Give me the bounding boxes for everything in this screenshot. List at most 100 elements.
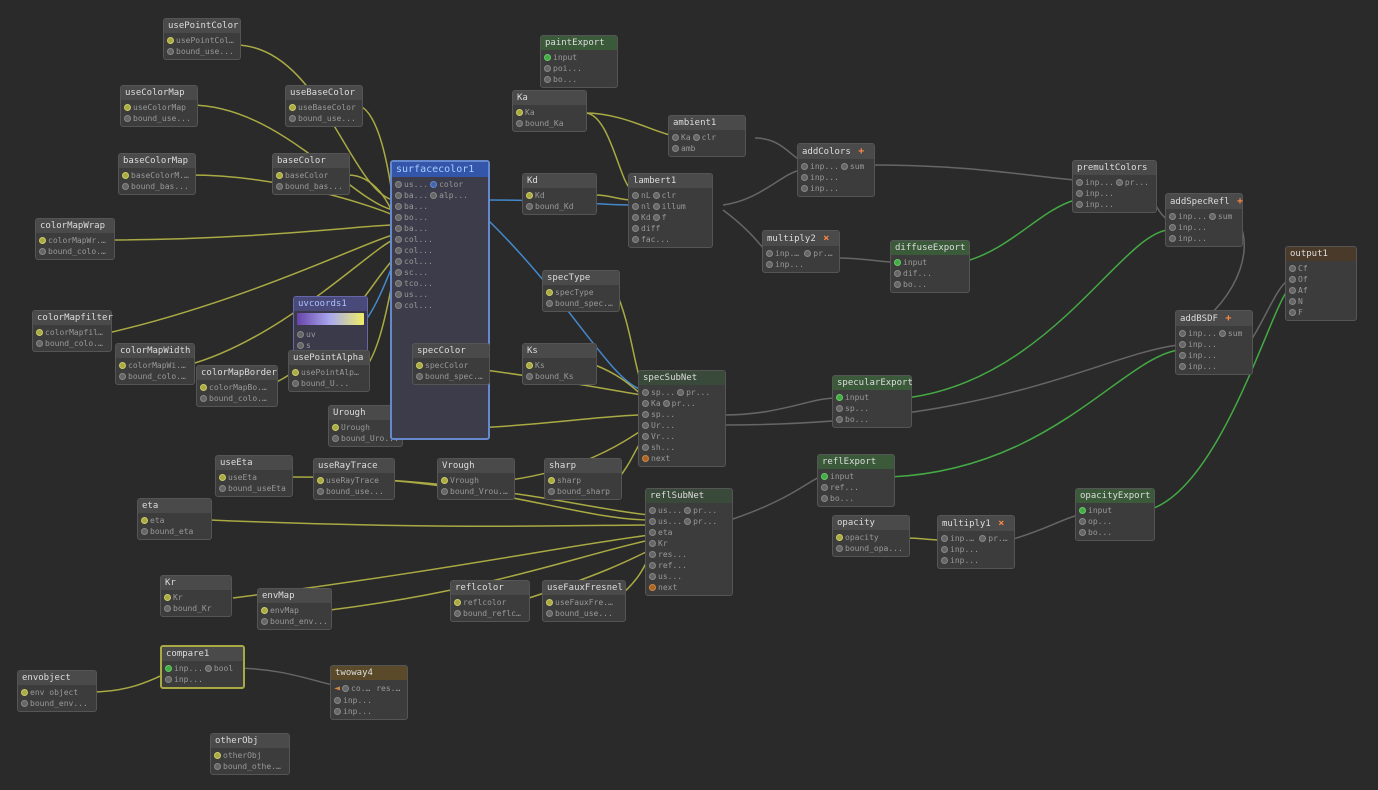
node-usePointAlpha[interactable]: usePointAlpha usePointAlpha bound_U...: [288, 350, 370, 392]
port[interactable]: [526, 362, 533, 369]
port[interactable]: [164, 594, 171, 601]
port[interactable]: [395, 247, 402, 254]
port[interactable]: [836, 534, 843, 541]
node-compare1[interactable]: compare1 inp...bool inp...: [160, 645, 245, 689]
port[interactable]: [894, 259, 901, 266]
port[interactable]: [649, 518, 656, 525]
port[interactable]: [395, 203, 402, 210]
port[interactable]: [526, 192, 533, 199]
port[interactable]: [317, 488, 324, 495]
port[interactable]: [632, 203, 639, 210]
port[interactable]: [39, 248, 46, 255]
port[interactable]: [124, 115, 131, 122]
port[interactable]: [804, 250, 811, 257]
node-Kr[interactable]: Kr Kr bound_Kr: [160, 575, 232, 617]
port[interactable]: [801, 185, 808, 192]
node-reflSubNet[interactable]: reflSubNet us...pr... us...pr... eta Kr …: [645, 488, 733, 596]
node-baseColor[interactable]: baseColor baseColor bound_bas...: [272, 153, 350, 195]
port[interactable]: [292, 369, 299, 376]
port[interactable]: [1179, 330, 1186, 337]
node-otherObj[interactable]: otherObj otherObj bound_othe...: [210, 733, 290, 775]
port[interactable]: [289, 115, 296, 122]
node-colorMapWrap[interactable]: colorMapWrap colorMapWr... bound_colo...: [35, 218, 115, 260]
port[interactable]: [21, 689, 28, 696]
port[interactable]: [1169, 224, 1176, 231]
port[interactable]: [766, 261, 773, 268]
port[interactable]: [821, 484, 828, 491]
port[interactable]: [894, 281, 901, 288]
port[interactable]: [941, 557, 948, 564]
node-Ka[interactable]: Ka Ka bound_Ka: [512, 90, 587, 132]
port[interactable]: [292, 380, 299, 387]
node-specularExport[interactable]: specularExport input sp... bo...: [832, 375, 912, 428]
node-Kd[interactable]: Kd Kd bound_Kd: [522, 173, 597, 215]
port[interactable]: [672, 134, 679, 141]
port[interactable]: [821, 473, 828, 480]
port[interactable]: [395, 258, 402, 265]
port[interactable]: [544, 76, 551, 83]
node-eta[interactable]: eta eta bound_eta: [137, 498, 212, 540]
node-surfacecolor1[interactable]: surfacecolor1 us...color ba...alp... ba.…: [390, 160, 490, 440]
port[interactable]: [200, 395, 207, 402]
port[interactable]: [1289, 287, 1296, 294]
node-specColor[interactable]: specColor specColor bound_spec...: [412, 343, 490, 385]
node-envobject[interactable]: envobject env object bound_env...: [17, 670, 97, 712]
port[interactable]: [642, 433, 649, 440]
port[interactable]: [276, 172, 283, 179]
port[interactable]: [119, 373, 126, 380]
node-opacityExport[interactable]: opacityExport input op... bo...: [1075, 488, 1155, 541]
port[interactable]: [165, 676, 172, 683]
port[interactable]: [332, 424, 339, 431]
port[interactable]: [441, 488, 448, 495]
port[interactable]: [1179, 341, 1186, 348]
port[interactable]: [395, 269, 402, 276]
port[interactable]: [1219, 330, 1226, 337]
node-lambert1[interactable]: lambert1 nLclr nlillum Kdf diff fac...: [628, 173, 713, 248]
port[interactable]: [395, 192, 402, 199]
node-addBSDF[interactable]: addBSDF + inp...sum inp... inp... inp...: [1175, 310, 1253, 375]
node-ambient1[interactable]: ambient1 Kaclr amb: [668, 115, 746, 157]
port[interactable]: [395, 302, 402, 309]
port[interactable]: [122, 172, 129, 179]
port[interactable]: [297, 342, 304, 349]
port[interactable]: [684, 507, 691, 514]
port[interactable]: [544, 65, 551, 72]
port[interactable]: [1079, 529, 1086, 536]
port[interactable]: [642, 444, 649, 451]
port[interactable]: [632, 214, 639, 221]
port[interactable]: [642, 389, 649, 396]
port[interactable]: [1076, 179, 1083, 186]
port[interactable]: [39, 237, 46, 244]
node-useColorMap[interactable]: useColorMap useColorMap bound_use...: [120, 85, 198, 127]
port[interactable]: [642, 455, 649, 462]
port[interactable]: [649, 507, 656, 514]
node-addColors[interactable]: addColors + inp...sum inp... inp...: [797, 143, 875, 197]
node-envMap[interactable]: envMap envMap bound_env...: [257, 588, 332, 630]
node-sharp[interactable]: sharp sharp bound_sharp: [544, 458, 622, 500]
node-opacity[interactable]: opacity opacity bound_opa...: [832, 515, 910, 557]
port[interactable]: [548, 477, 555, 484]
port[interactable]: [546, 289, 553, 296]
port[interactable]: [1289, 298, 1296, 305]
node-Ks[interactable]: Ks Ks bound_Ks: [522, 343, 597, 385]
port[interactable]: [941, 546, 948, 553]
port[interactable]: [141, 517, 148, 524]
node-premultColors[interactable]: premultColors inp...pr... inp... inp...: [1072, 160, 1157, 213]
port[interactable]: [119, 362, 126, 369]
port[interactable]: [1179, 363, 1186, 370]
port[interactable]: [332, 435, 339, 442]
port[interactable]: [632, 192, 639, 199]
port[interactable]: [167, 48, 174, 55]
port[interactable]: [836, 545, 843, 552]
port[interactable]: [653, 192, 660, 199]
port[interactable]: [632, 225, 639, 232]
node-specSubNet[interactable]: specSubNet sp...pr... Kapr... sp... Ur..…: [638, 370, 726, 467]
port[interactable]: [642, 400, 649, 407]
port[interactable]: [526, 203, 533, 210]
port[interactable]: [1289, 309, 1296, 316]
port[interactable]: [219, 474, 226, 481]
port[interactable]: [642, 411, 649, 418]
port[interactable]: [1289, 265, 1296, 272]
port[interactable]: [124, 104, 131, 111]
port[interactable]: [334, 708, 341, 715]
